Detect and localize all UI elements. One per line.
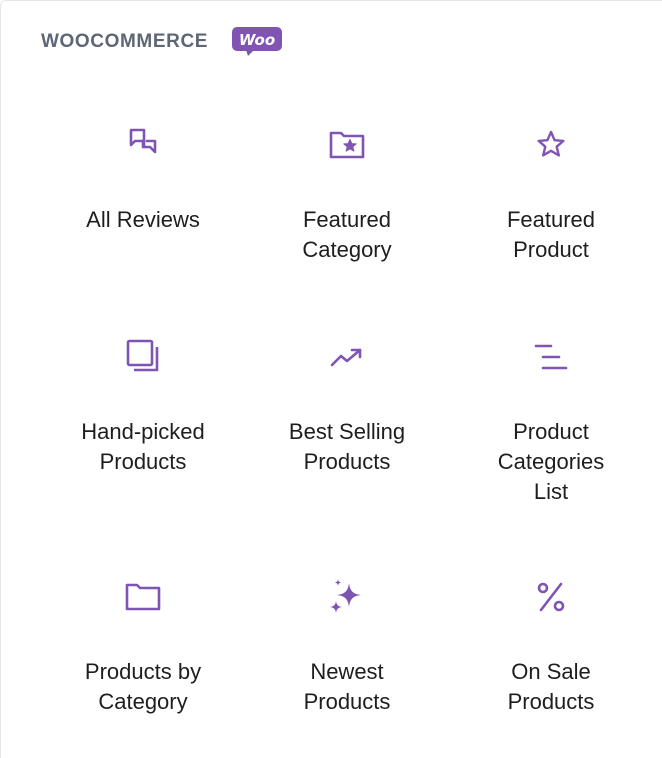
sparkles-icon [327,577,367,617]
folder-star-icon [327,125,367,165]
block-all-reviews[interactable]: All Reviews [41,125,245,337]
block-label: Hand-picked Products [81,419,205,474]
percent-icon [531,577,571,617]
section-header: WOOCOMMERCE Woo [41,27,283,57]
block-label: All Reviews [86,207,200,232]
block-label: Best Selling Products [288,419,406,474]
reviews-icon [123,125,163,165]
block-label: Product Categories List [497,419,605,504]
block-label: Featured Product [506,207,596,262]
blocks-grid: All Reviews Featured Category Featured P… [41,125,657,757]
woocommerce-blocks-panel: WOOCOMMERCE Woo All Reviews Featured Cat… [0,0,662,758]
block-featured-category[interactable]: Featured Category [245,125,449,337]
woo-logo-icon: Woo [232,27,283,56]
block-label: On Sale Products [507,659,595,714]
block-product-categories-list[interactable]: Product Categories List [449,337,653,577]
block-featured-product[interactable]: Featured Product [449,125,653,337]
block-on-sale-products[interactable]: On Sale Products [449,577,653,757]
woo-logo-text: Woo [239,31,275,49]
stack-icon [123,337,163,377]
trending-up-icon [327,337,367,377]
block-products-by-category[interactable]: Products by Category [41,577,245,757]
block-hand-picked-products[interactable]: Hand-picked Products [41,337,245,577]
block-label: Featured Category [302,207,392,262]
folder-icon [123,577,163,617]
list-icon [531,337,571,377]
block-label: Newest Products [303,659,391,714]
star-icon [531,125,571,165]
block-best-selling-products[interactable]: Best Selling Products [245,337,449,577]
block-label: Products by Category [84,659,202,714]
block-newest-products[interactable]: Newest Products [245,577,449,757]
section-title: WOOCOMMERCE [41,31,209,52]
